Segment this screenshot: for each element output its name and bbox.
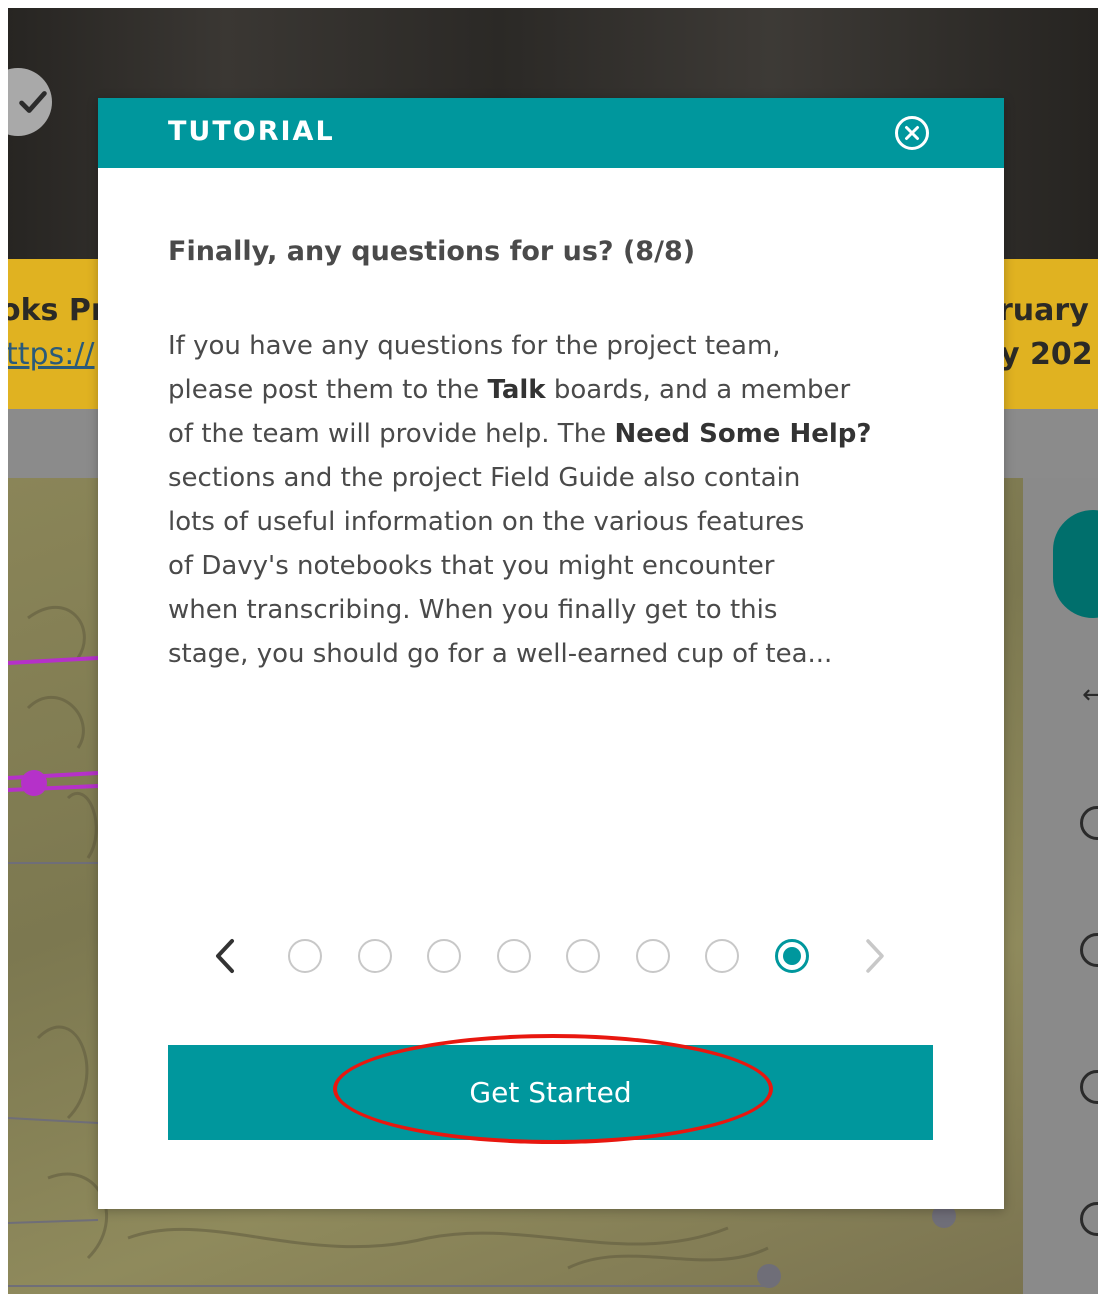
body-line: If you have any questions for the projec…	[168, 331, 781, 361]
step-heading: Finally, any questions for us? (8/8)	[168, 236, 696, 267]
body-line: when transcribing. When you finally get …	[168, 595, 778, 625]
pager-dot-7[interactable]	[705, 939, 739, 973]
body-text-segment: please post them to the	[168, 375, 488, 405]
banner-text-right: ruary	[998, 293, 1089, 328]
tutorial-modal: TUTORIAL Finally, any questions for us? …	[98, 98, 1004, 1209]
chevron-left-icon[interactable]	[210, 936, 240, 976]
pager-dot-6[interactable]	[635, 939, 670, 973]
modal-title: TUTORIAL	[168, 116, 335, 147]
close-icon[interactable]	[894, 115, 930, 151]
pager-dot-5[interactable]	[566, 939, 600, 973]
get-started-button[interactable]: Get Started	[168, 1045, 933, 1140]
body-line: lots of useful information on the variou…	[168, 507, 805, 537]
pager-dot-4[interactable]	[496, 939, 531, 973]
body-line: of the team will provide help. The Need …	[168, 412, 948, 456]
body-text-segment: of the team will provide help. The	[168, 419, 615, 449]
pager-dot-8[interactable]	[774, 939, 809, 973]
modal-header: TUTORIAL	[98, 98, 1004, 168]
body-line: please post them to the Talk boards, and…	[168, 368, 948, 412]
chevron-right-icon[interactable]	[860, 936, 890, 976]
annotation-pin	[21, 770, 47, 796]
annotation-pin	[757, 1264, 781, 1288]
need-help-emphasis: Need Some Help?	[614, 419, 872, 449]
step-pager	[98, 934, 1004, 978]
pager-dot-3[interactable]	[427, 939, 461, 973]
talk-emphasis: Talk	[487, 375, 546, 405]
arrow-left-icon[interactable]: ←	[1082, 680, 1098, 710]
body-line: stage, you should go for a well-earned c…	[168, 639, 833, 669]
body-text-segment: boards, and a member	[545, 375, 851, 405]
banner-link-left[interactable]: ttps://	[8, 337, 95, 372]
body-line: sections and the project Field Guide als…	[168, 463, 801, 493]
pager-dot-1[interactable]	[288, 939, 322, 973]
banner-text-right-2: y 202	[1000, 337, 1093, 372]
banner-text-left: oks Pr	[8, 293, 106, 328]
body-line: of Davy's notebooks that you might encou…	[168, 551, 775, 581]
pager-dot-2[interactable]	[357, 939, 392, 973]
step-body: If you have any questions for the projec…	[168, 324, 948, 676]
